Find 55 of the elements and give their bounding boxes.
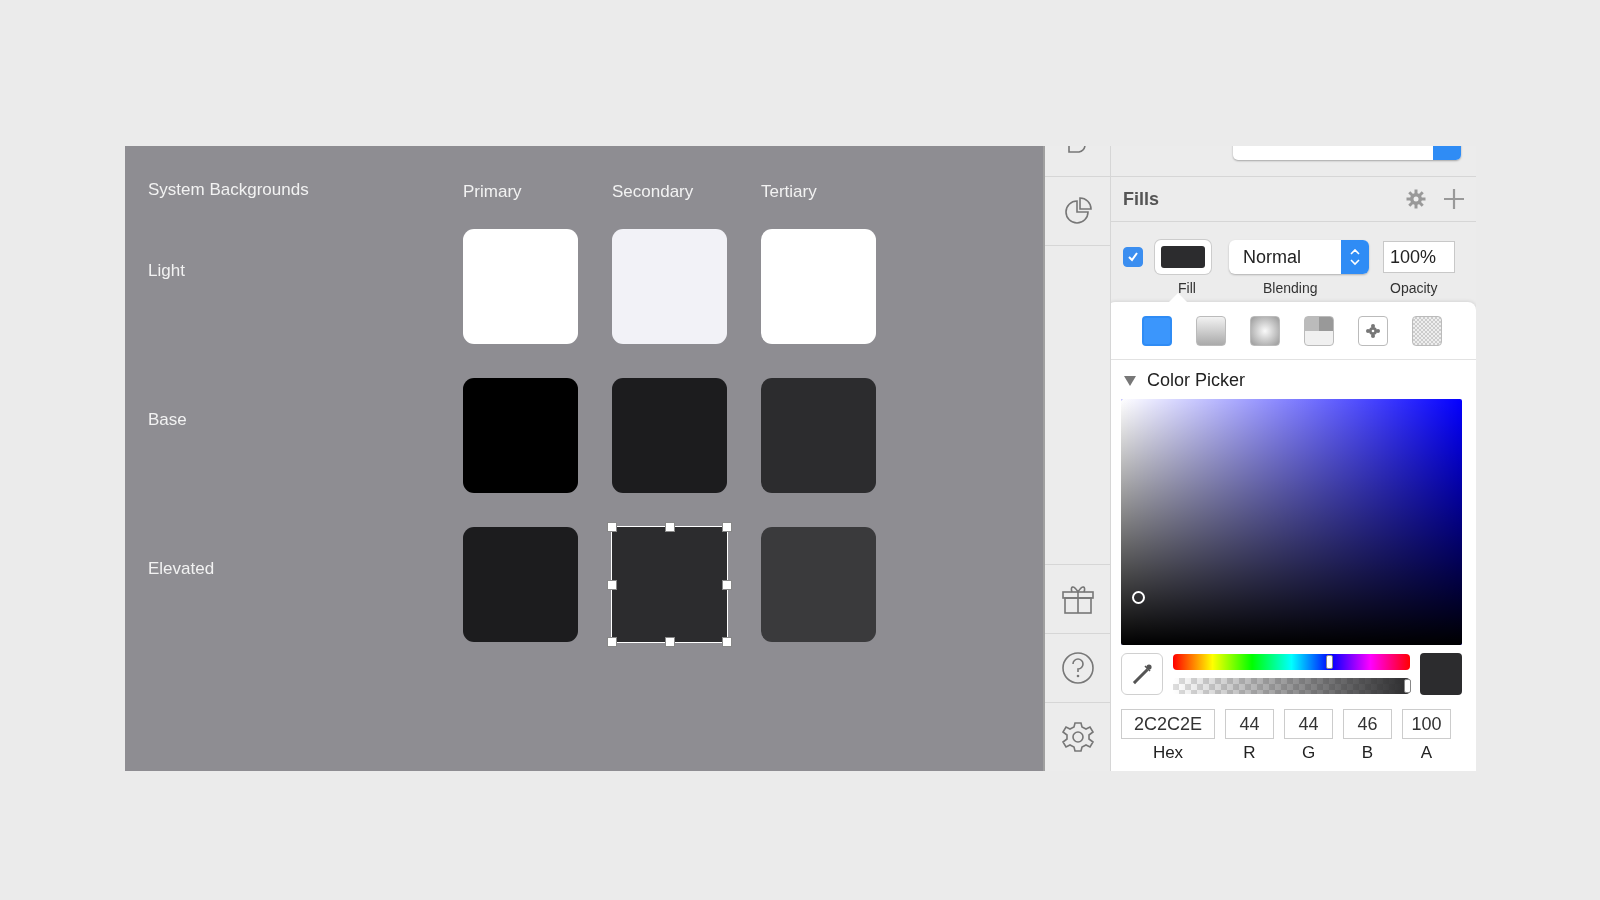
field-label: G [1301,743,1316,763]
color-swatch[interactable] [761,378,876,493]
hue-slider[interactable] [1173,654,1410,670]
value-field[interactable]: 100 [1402,709,1451,739]
section-title: Fills [1123,188,1160,210]
noise-fill-button[interactable] [1411,316,1442,346]
help-icon[interactable] [1060,651,1095,685]
value-field[interactable]: 44 [1284,709,1333,739]
color-swatch[interactable] [463,378,578,493]
color-swatch[interactable] [612,229,727,344]
color-well[interactable] [1155,240,1211,274]
pattern-fill-button[interactable] [1357,316,1388,346]
value-field[interactable]: 46 [1343,709,1392,739]
value-field[interactable]: 44 [1225,709,1274,739]
eyedropper-icon [1130,662,1154,686]
chevrons-icon [1349,247,1361,267]
color-swatch[interactable] [761,229,876,344]
disclosure-triangle-icon [1123,374,1137,387]
blending-dropdown[interactable]: Normal [1229,240,1369,274]
field-label: B [1361,743,1374,763]
field-label: Blending [1263,280,1318,296]
section-title: System Backgrounds [148,180,310,200]
section-header[interactable]: Color Picker [1121,360,1462,399]
field-label: A [1420,743,1433,763]
settings-icon[interactable] [1060,720,1095,754]
add-icon[interactable] [1444,189,1464,209]
settings-icon[interactable] [1406,189,1426,209]
color-swatch[interactable] [612,378,727,493]
field-label: Opacity [1390,280,1438,296]
color-swatch[interactable] [463,229,578,344]
row-label: Light [148,260,186,282]
field-label: R [1243,743,1256,763]
angular-fill-button[interactable] [1303,316,1334,346]
column-heading: Secondary [612,181,695,202]
alpha-slider[interactable] [1173,678,1410,694]
value-field[interactable]: 2C2C2E [1121,709,1215,739]
field-label: Hex [1152,743,1184,763]
checkbox[interactable] [1123,247,1143,267]
linear-fill-button[interactable] [1195,316,1226,346]
field-label: Fill [1178,280,1196,296]
color-swatch[interactable] [761,527,876,642]
row-label: Elevated [148,558,216,580]
solid-fill-button[interactable] [1141,316,1172,346]
checkmark-icon [1126,250,1140,264]
radial-fill-button[interactable] [1249,316,1280,346]
gift-icon[interactable] [1060,583,1095,615]
eyedropper-button[interactable] [1121,653,1163,695]
column-heading: Primary [463,181,523,202]
color-swatch[interactable] [463,527,578,642]
column-heading: Tertiary [761,181,818,202]
saturation-brightness-area[interactable] [1121,399,1462,645]
row-label: Base [148,409,188,431]
color-preview [1420,653,1462,695]
flower-icon [1365,324,1380,338]
opacity-field[interactable]: 100% [1383,241,1455,273]
